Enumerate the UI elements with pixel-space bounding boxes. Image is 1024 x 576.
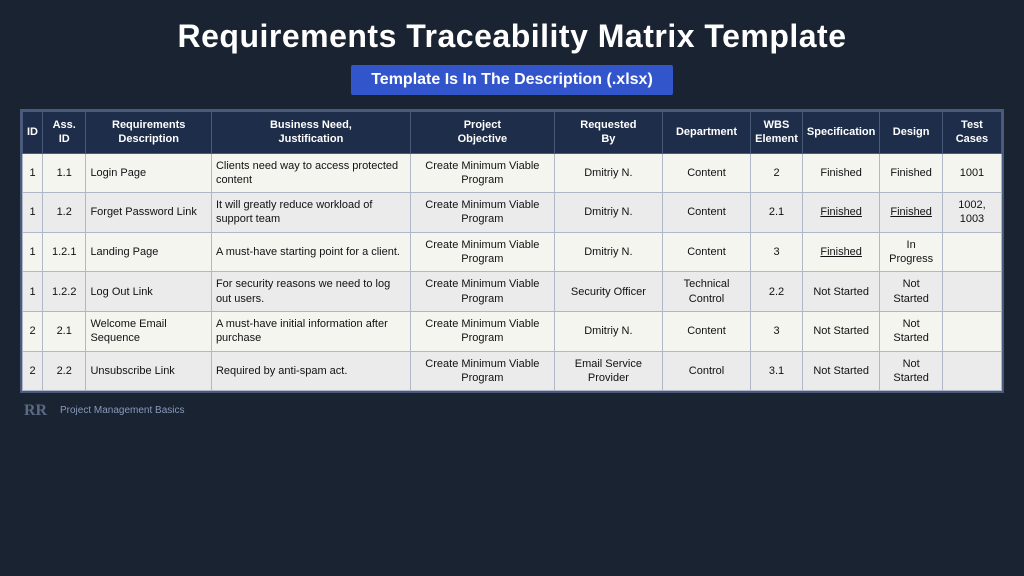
table-cell: Content (662, 311, 750, 351)
table-cell: 1 (23, 232, 43, 272)
table-cell: It will greatly reduce workload of suppo… (211, 193, 410, 233)
table-cell: Log Out Link (86, 272, 212, 312)
table-cell: Technical Control (662, 272, 750, 312)
table-cell (942, 232, 1001, 272)
logo-icon: RR (24, 399, 54, 421)
table-cell: Finished (802, 232, 879, 272)
table-cell: 1.2 (43, 193, 86, 233)
table-cell: Content (662, 193, 750, 233)
table-cell: Finished (802, 153, 879, 193)
table-cell: 1.2.2 (43, 272, 86, 312)
table-cell: Dmitriy N. (554, 153, 662, 193)
table-cell: Create Minimum Viable Program (410, 272, 554, 312)
col-header-specification: Specification (802, 112, 879, 154)
table-cell: Not Started (880, 351, 943, 391)
table-cell: Content (662, 153, 750, 193)
table-cell: 1 (23, 193, 43, 233)
table-row: 22.1Welcome Email SequenceA must-have in… (23, 311, 1002, 351)
table-cell: Dmitriy N. (554, 232, 662, 272)
table-cell: Welcome Email Sequence (86, 311, 212, 351)
table-cell: Forget Password Link (86, 193, 212, 233)
table-cell: 2.2 (751, 272, 803, 312)
table-cell: 2.1 (43, 311, 86, 351)
table-cell (942, 311, 1001, 351)
table-cell: 2.1 (751, 193, 803, 233)
table-cell: Landing Page (86, 232, 212, 272)
table-cell: 2 (751, 153, 803, 193)
col-header-business-need: Business Need,Justification (211, 112, 410, 154)
col-header-department: Department (662, 112, 750, 154)
table-cell: Content (662, 232, 750, 272)
table-cell: Control (662, 351, 750, 391)
table-row: 11.1Login PageClients need way to access… (23, 153, 1002, 193)
subtitle-box: Template Is In The Description (.xlsx) (351, 65, 673, 95)
col-header-design: Design (880, 112, 943, 154)
table-cell: Not Started (880, 272, 943, 312)
table-cell: 1 (23, 153, 43, 193)
table-row: 11.2Forget Password LinkIt will greatly … (23, 193, 1002, 233)
table-cell: Create Minimum Viable Program (410, 193, 554, 233)
table-cell: Unsubscribe Link (86, 351, 212, 391)
table-cell: Create Minimum Viable Program (410, 153, 554, 193)
col-header-requested-by: RequestedBy (554, 112, 662, 154)
table-cell: A must-have starting point for a client. (211, 232, 410, 272)
table-cell: Email Service Provider (554, 351, 662, 391)
table-cell: For security reasons we need to log out … (211, 272, 410, 312)
page-title: Requirements Traceability Matrix Templat… (177, 18, 846, 55)
table-cell: Finished (880, 153, 943, 193)
svg-text:RR: RR (24, 402, 48, 419)
table-cell: Required by anti-spam act. (211, 351, 410, 391)
table-cell: 1.1 (43, 153, 86, 193)
col-header-project-obj: ProjectObjective (410, 112, 554, 154)
matrix-table-wrapper: ID Ass. ID RequirementsDescription Busin… (20, 109, 1004, 393)
table-cell: 1002, 1003 (942, 193, 1001, 233)
table-cell (942, 272, 1001, 312)
col-header-ass-id: Ass. ID (43, 112, 86, 154)
table-cell: 1 (23, 272, 43, 312)
footer: RR Project Management Basics (20, 399, 1004, 421)
table-cell: Login Page (86, 153, 212, 193)
table-cell: Create Minimum Viable Program (410, 311, 554, 351)
table-row: 22.2Unsubscribe LinkRequired by anti-spa… (23, 351, 1002, 391)
table-cell: Not Started (802, 272, 879, 312)
brand-name: Project Management Basics (60, 405, 185, 416)
table-cell: Create Minimum Viable Program (410, 232, 554, 272)
table-cell (942, 351, 1001, 391)
table-cell: Dmitriy N. (554, 311, 662, 351)
table-cell: 2.2 (43, 351, 86, 391)
table-cell: 3.1 (751, 351, 803, 391)
requirements-matrix-table: ID Ass. ID RequirementsDescription Busin… (22, 111, 1002, 391)
table-cell: Finished (802, 193, 879, 233)
col-header-test-cases: TestCases (942, 112, 1001, 154)
table-cell: Security Officer (554, 272, 662, 312)
col-header-wbs: WBSElement (751, 112, 803, 154)
table-cell: 2 (23, 351, 43, 391)
table-cell: Create Minimum Viable Program (410, 351, 554, 391)
table-cell: A must-have initial information after pu… (211, 311, 410, 351)
table-row: 11.2.1Landing PageA must-have starting p… (23, 232, 1002, 272)
table-cell: Not Started (802, 351, 879, 391)
table-cell: 3 (751, 311, 803, 351)
col-header-id: ID (23, 112, 43, 154)
col-header-req-desc: RequirementsDescription (86, 112, 212, 154)
table-cell: Dmitriy N. (554, 193, 662, 233)
table-cell: Finished (880, 193, 943, 233)
table-cell: 1.2.1 (43, 232, 86, 272)
table-cell: In Progress (880, 232, 943, 272)
table-cell: 1001 (942, 153, 1001, 193)
table-cell: Not Started (880, 311, 943, 351)
table-cell: 2 (23, 311, 43, 351)
table-cell: 3 (751, 232, 803, 272)
brand-logo: RR Project Management Basics (24, 399, 185, 421)
table-cell: Clients need way to access protected con… (211, 153, 410, 193)
table-cell: Not Started (802, 311, 879, 351)
table-row: 11.2.2Log Out LinkFor security reasons w… (23, 272, 1002, 312)
table-header-row: ID Ass. ID RequirementsDescription Busin… (23, 112, 1002, 154)
